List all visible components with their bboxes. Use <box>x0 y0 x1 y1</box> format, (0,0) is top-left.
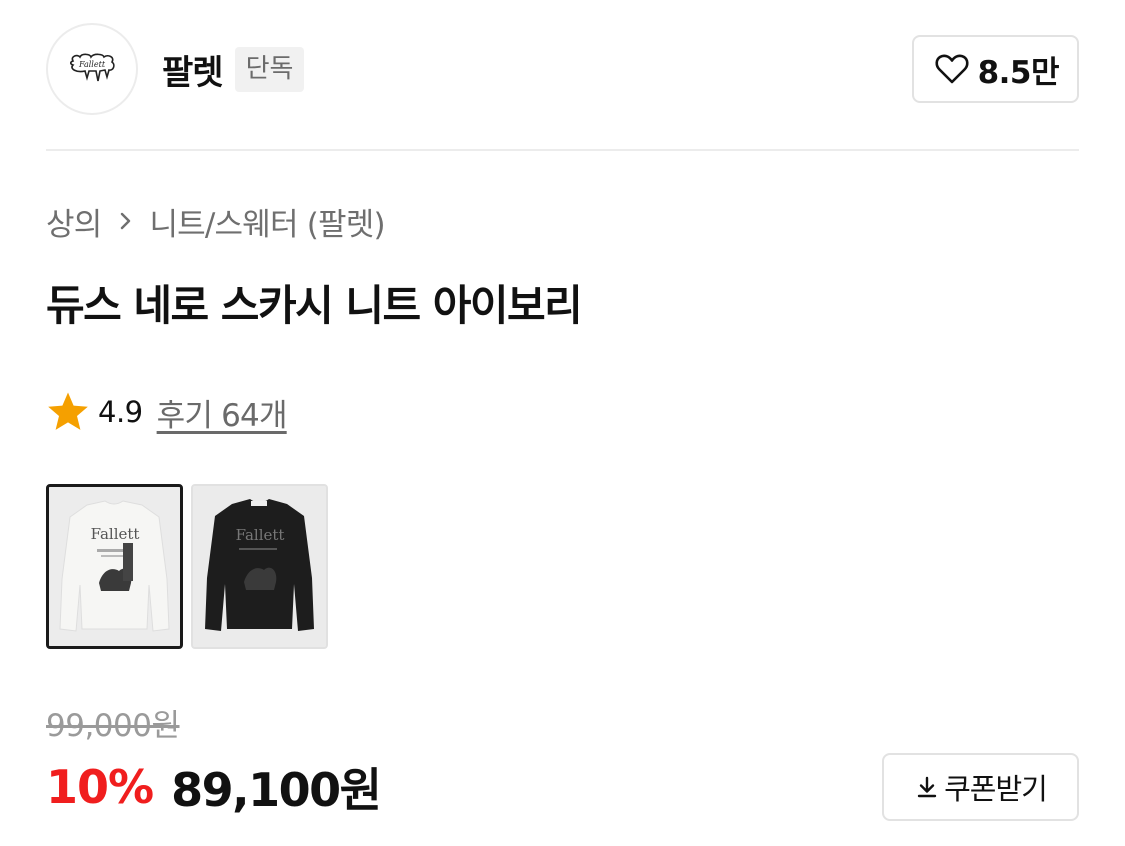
exclusive-badge: 단독 <box>234 46 305 92</box>
rating-row: 4.9 후기 64개 <box>46 388 287 436</box>
ivory-sweater-image: Fallett <box>49 487 180 646</box>
breadcrumb: 상의 니트/스웨터 (팔렛) <box>46 198 386 244</box>
coupon-label: 쿠폰받기 <box>944 772 1048 806</box>
fallett-logo-icon: Fallett <box>69 53 115 82</box>
coupon-download-button[interactable]: 쿠폰받기 <box>882 753 1079 821</box>
brand-header: Fallett 팔렛 단독 8.5만 <box>46 22 1079 116</box>
thumbnail-black[interactable]: Fallett <box>191 484 328 649</box>
svg-text:Fallett: Fallett <box>91 525 140 543</box>
like-count: 8.5만 <box>977 54 1060 91</box>
brand-name[interactable]: 팔렛 <box>162 45 224 94</box>
breadcrumb-item-knit[interactable]: 니트/스웨터 (팔렛) <box>149 199 385 244</box>
price-row: 10% 89,100원 <box>46 755 382 819</box>
svg-text:Fallett: Fallett <box>236 526 285 544</box>
black-sweater-image: Fallett <box>193 486 326 647</box>
original-price: 99,000원 <box>46 708 180 744</box>
download-icon <box>917 776 937 798</box>
product-detail-page: Fallett 팔렛 단독 8.5만 상의 니트/스웨터 (팔렛) 듀스 네로 … <box>0 0 1125 846</box>
breadcrumb-item-top[interactable]: 상의 <box>46 199 102 244</box>
product-title: 듀스 네로 스카시 니트 아이보리 <box>46 281 583 330</box>
heart-outline-icon <box>935 54 969 84</box>
rating-value: 4.9 <box>98 395 143 429</box>
brand-like-button[interactable]: 8.5만 <box>911 35 1079 103</box>
header-divider <box>46 149 1079 151</box>
sale-price: 89,100원 <box>171 763 382 817</box>
discount-rate: 10% <box>46 760 154 814</box>
product-thumbnails: Fallett Fallett <box>46 484 328 649</box>
chevron-right-icon <box>119 210 133 232</box>
thumbnail-ivory[interactable]: Fallett <box>46 484 183 649</box>
svg-text:Fallett: Fallett <box>78 60 106 69</box>
brand-logo[interactable]: Fallett <box>46 23 138 115</box>
star-filled-icon <box>48 392 88 430</box>
review-count-link[interactable]: 후기 64개 <box>157 390 288 435</box>
